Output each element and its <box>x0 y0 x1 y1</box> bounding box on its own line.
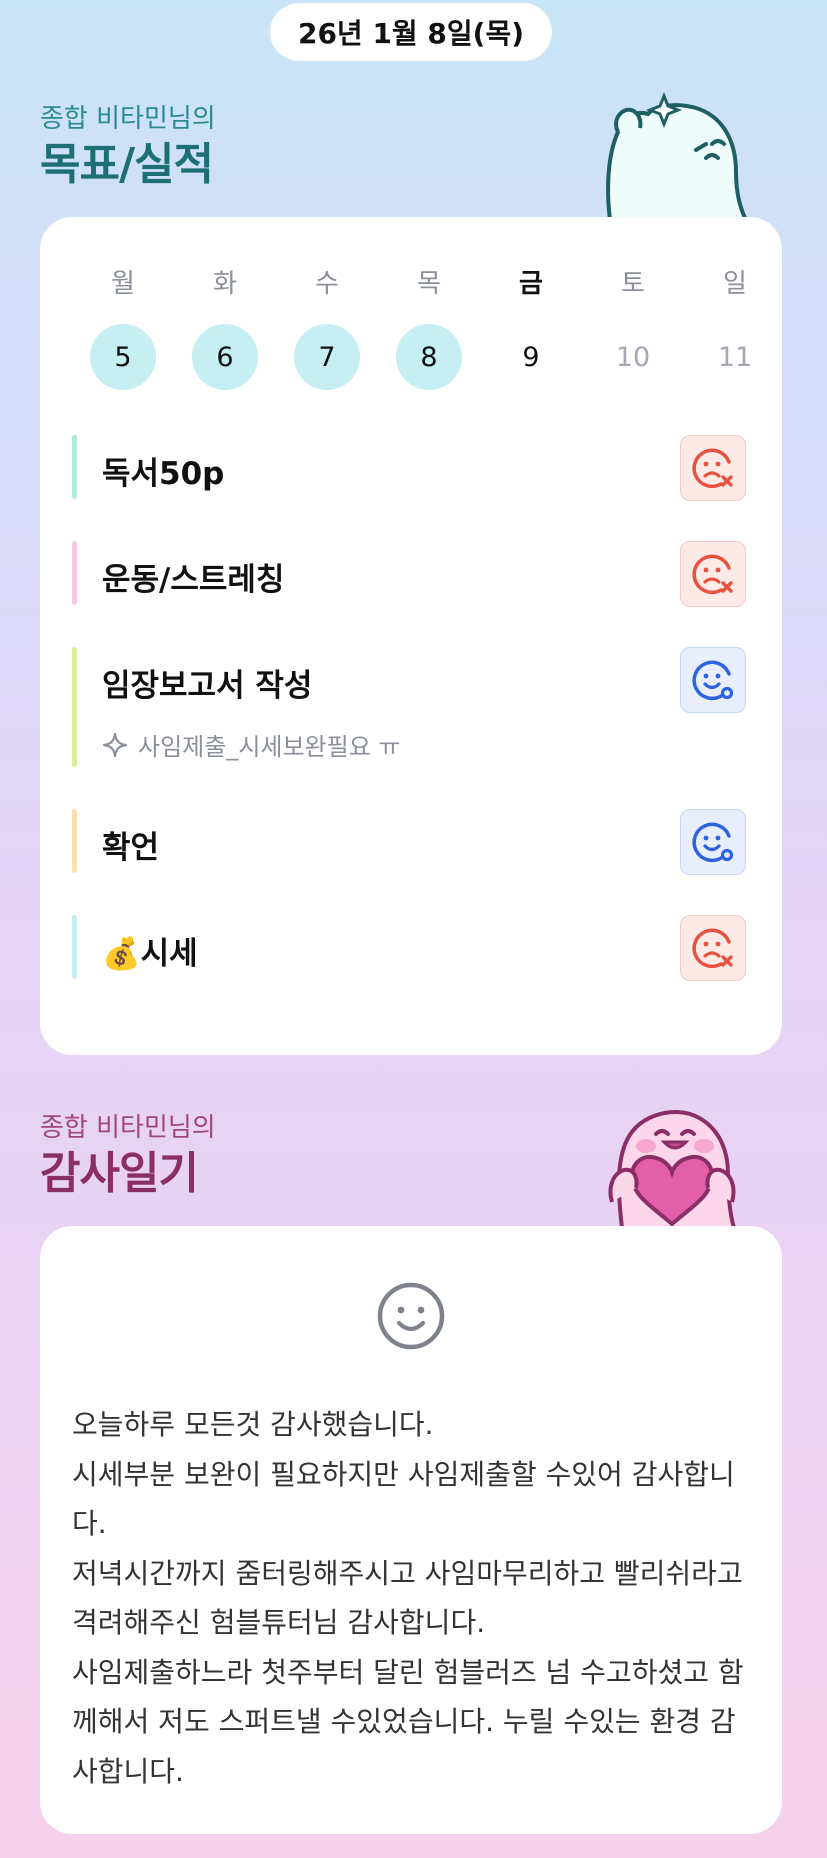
goal-label: 💰시세 <box>102 936 198 972</box>
sad-face-x-icon <box>692 554 733 595</box>
mascot-mint-icon <box>606 92 749 220</box>
happy-face-o-icon <box>692 822 734 863</box>
goal-label: 독서50p <box>102 456 225 492</box>
goal-color-bar <box>72 809 77 873</box>
diary-card: 오늘하루 모든것 감사했습니다. 시세부분 보완이 필요하지만 사임제출할 수있… <box>40 1226 782 1834</box>
goal-label: 확언 <box>102 830 160 866</box>
sad-face-x-icon <box>692 448 733 489</box>
goal-item: 임장보고서 작성 사임제출_시세보완필요 ㅠ <box>72 647 748 767</box>
goal-item: 확언 <box>72 809 748 875</box>
goal-color-bar <box>72 435 77 499</box>
weekday-header-row: 월 화 수 목 금 토 일 <box>72 263 786 299</box>
weekday-label: 월 <box>111 268 135 299</box>
weekday-label: 화 <box>213 268 237 299</box>
diary-line: 사임제출하느라 첫주부터 달린 험블러즈 넘 수고하셨고 함께해서 저도 스퍼트… <box>72 1655 744 1788</box>
goal-status-fail-button[interactable] <box>680 541 746 607</box>
goals-card: 월 화 수 목 금 토 일 5 6 7 8 9 10 11 독서50p 운동/스… <box>40 217 782 1055</box>
goal-status-fail-button[interactable] <box>680 915 746 981</box>
goals-section-title: 목표/실적 <box>40 139 214 190</box>
sparkle-icon <box>102 732 128 757</box>
goal-memo-text: 사임제출_시세보완필요 ㅠ <box>138 733 401 761</box>
date-cell[interactable]: 7 <box>294 324 360 390</box>
date-cell-selected[interactable]: 8 <box>396 324 462 390</box>
goal-status-fail-button[interactable] <box>680 435 746 501</box>
goal-status-success-button[interactable] <box>680 809 746 875</box>
date-cell[interactable]: 11 <box>702 324 768 390</box>
goal-label: 임장보고서 작성 <box>102 668 313 704</box>
goal-color-bar <box>72 541 77 605</box>
goal-item: 💰시세 <box>72 915 748 981</box>
mascot-pink-heart-icon <box>608 1110 737 1228</box>
weekday-label: 일 <box>723 268 747 299</box>
weekday-label: 수 <box>315 268 339 299</box>
goal-status-success-button[interactable] <box>680 647 746 713</box>
diary-line: 저녁시간까지 줌터링해주시고 사임마무리하고 빨리쉬라고 격려해주신 험블튜터님… <box>72 1556 743 1640</box>
date-cell[interactable]: 5 <box>90 324 156 390</box>
sad-face-x-icon <box>692 928 733 969</box>
smile-face-icon <box>377 1282 445 1350</box>
date-display[interactable]: 26년 1월 8일(목) <box>270 3 552 61</box>
goal-color-bar <box>72 647 77 767</box>
goal-label: 운동/스트레칭 <box>102 562 285 598</box>
goal-color-bar <box>72 915 77 979</box>
diary-section-title: 감사일기 <box>40 1148 199 1199</box>
date-row: 5 6 7 8 9 10 11 <box>72 324 786 390</box>
weekday-label-today: 금 <box>519 268 543 299</box>
date-cell[interactable]: 6 <box>192 324 258 390</box>
weekday-label: 목 <box>417 268 441 299</box>
date-cell[interactable]: 10 <box>600 324 666 390</box>
diary-line: 오늘하루 모든것 감사했습니다. <box>72 1408 434 1441</box>
goal-memo: 사임제출_시세보완필요 ㅠ <box>102 727 401 762</box>
diary-text: 오늘하루 모든것 감사했습니다. 시세부분 보완이 필요하지만 사임제출할 수있… <box>72 1400 752 1796</box>
goal-item: 독서50p <box>72 435 748 501</box>
date-cell-today[interactable]: 9 <box>498 324 564 390</box>
weekday-label: 토 <box>621 268 645 299</box>
happy-face-o-icon <box>692 660 734 701</box>
diary-line: 시세부분 보완이 필요하지만 사임제출할 수있어 감사합니다. <box>72 1457 735 1541</box>
goal-item: 운동/스트레칭 <box>72 541 748 607</box>
